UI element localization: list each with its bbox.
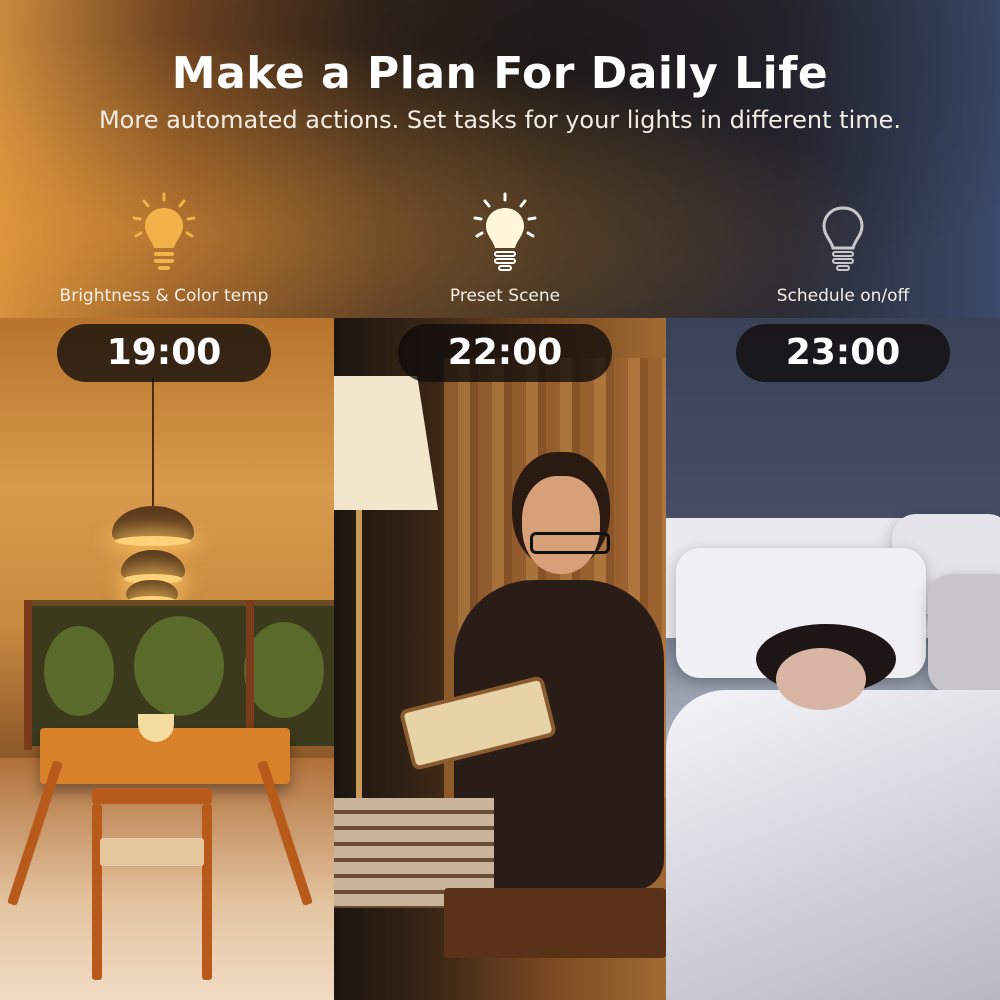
time-badge: 19:00 bbox=[57, 324, 271, 382]
pendant-lamp bbox=[126, 580, 178, 606]
pendant-lamp bbox=[121, 550, 185, 584]
pendant-lamp bbox=[112, 506, 194, 546]
reading-photo bbox=[334, 318, 666, 1000]
time-badge: 22:00 bbox=[398, 324, 612, 382]
bedroom-photo bbox=[666, 318, 1000, 1000]
feature-label: Brightness & Color temp bbox=[59, 286, 269, 306]
feature-label: Schedule on/off bbox=[776, 286, 910, 306]
side-table bbox=[444, 888, 666, 958]
glasses bbox=[530, 532, 610, 554]
schedule-column-2: Preset Scene 22:00 bbox=[355, 190, 655, 382]
pillow bbox=[928, 574, 1000, 694]
bulb-bright-white-icon bbox=[473, 192, 537, 271]
promo-page: Make a Plan For Daily Life More automate… bbox=[0, 0, 1000, 1000]
chair bbox=[92, 788, 212, 804]
time-badge: 23:00 bbox=[736, 324, 950, 382]
page-title: Make a Plan For Daily Life bbox=[171, 48, 829, 99]
schedule-column-3: Schedule on/off 23:00 bbox=[693, 190, 993, 382]
page-subtitle: More automated actions. Set tasks for yo… bbox=[98, 106, 902, 134]
feature-label: Preset Scene bbox=[449, 286, 561, 306]
schedule-column-1: Brightness & Color temp 19:00 bbox=[14, 190, 314, 382]
bulb-bright-warm-icon bbox=[132, 192, 196, 270]
dining-room-photo bbox=[0, 318, 334, 1000]
floor-lamp bbox=[334, 376, 438, 510]
bulb-off-icon bbox=[822, 206, 864, 271]
blanket bbox=[666, 690, 1000, 1000]
garden-window bbox=[24, 600, 334, 746]
